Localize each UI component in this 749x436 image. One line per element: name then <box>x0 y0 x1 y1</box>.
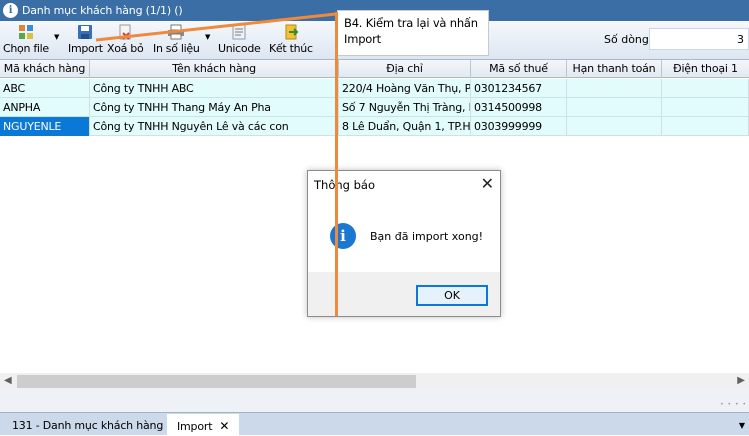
cell-payment-term[interactable] <box>567 98 662 117</box>
cell-phone-1[interactable] <box>662 117 749 136</box>
cell-customer-name[interactable]: Công ty TNHH ABC <box>90 79 339 98</box>
cell-customer-code[interactable]: ANPHA <box>0 98 90 117</box>
column-header-phone-1[interactable]: Điện thoại 1 <box>662 60 749 78</box>
information-icon: i <box>330 223 356 249</box>
cell-phone-1[interactable] <box>662 79 749 98</box>
cell-customer-name[interactable]: Công ty TNHH Thang Máy An Pha <box>90 98 339 117</box>
tab-list-dropdown-icon[interactable]: ▼ <box>739 421 745 430</box>
cell-address[interactable]: 220/4 Hoàng Văn Thụ, Ph <box>339 79 471 98</box>
scrollbar-thumb[interactable] <box>17 375 416 388</box>
cell-tax-code[interactable]: 0314500998 <box>471 98 567 117</box>
cell-phone-1[interactable] <box>662 98 749 117</box>
column-header-tax-code[interactable]: Mã số thuế <box>471 60 567 78</box>
cell-customer-name[interactable]: Công ty TNHH Nguyên Lê và các con <box>90 117 339 136</box>
dialog-message: Bạn đã import xong! <box>370 230 484 243</box>
cell-tax-code[interactable]: 0301234567 <box>471 79 567 98</box>
cell-tax-code[interactable]: 0303999999 <box>471 117 567 136</box>
column-header-address[interactable]: Địa chỉ <box>339 60 471 78</box>
close-icon[interactable]: ✕ <box>481 174 494 193</box>
scroll-left-icon[interactable]: ◀ <box>4 375 12 386</box>
horizontal-scrollbar[interactable]: ◀ ▶ <box>0 373 749 390</box>
scroll-right-icon[interactable]: ▶ <box>737 375 745 386</box>
cell-address[interactable]: 8 Lê Duẩn, Quận 1, TP.HCI <box>339 117 471 136</box>
annotation-vertical-line <box>335 12 338 316</box>
table-row[interactable]: ANPHA Công ty TNHH Thang Máy An Pha Số 7… <box>0 98 749 117</box>
grid-header: Mã khách hàng Tên khách hàng Địa chỉ Mã … <box>0 60 749 78</box>
footer-strip: • • • • <box>0 390 749 412</box>
tab-import[interactable]: Import ✕ <box>167 414 240 436</box>
tab-bar: 131 - Danh mục khách hàng Import ✕ ▼ <box>0 412 749 436</box>
resize-grip-icon[interactable]: • • • • <box>720 401 747 408</box>
dialog-title: Thông báo <box>314 178 375 192</box>
tab-customer-list[interactable]: 131 - Danh mục khách hàng <box>2 414 173 436</box>
cell-payment-term[interactable] <box>567 79 662 98</box>
close-tab-icon[interactable]: ✕ <box>219 419 229 433</box>
cell-payment-term[interactable] <box>567 117 662 136</box>
cell-customer-code[interactable]: ABC <box>0 79 90 98</box>
table-row[interactable]: ABC Công ty TNHH ABC 220/4 Hoàng Văn Thụ… <box>0 79 749 98</box>
column-header-customer-code[interactable]: Mã khách hàng <box>0 60 90 78</box>
column-header-payment-term[interactable]: Hạn thanh toán <box>567 60 662 78</box>
annotation-pointer-line <box>95 12 337 42</box>
ok-button[interactable]: OK <box>416 285 488 306</box>
table-row[interactable]: NGUYENLE Công ty TNHH Nguyên Lê và các c… <box>0 117 749 136</box>
cell-customer-code-selected[interactable]: NGUYENLE <box>0 117 90 136</box>
cell-address[interactable]: Số 7 Nguyễn Thị Tràng, P <box>339 98 471 117</box>
column-header-customer-name[interactable]: Tên khách hàng <box>90 60 339 78</box>
